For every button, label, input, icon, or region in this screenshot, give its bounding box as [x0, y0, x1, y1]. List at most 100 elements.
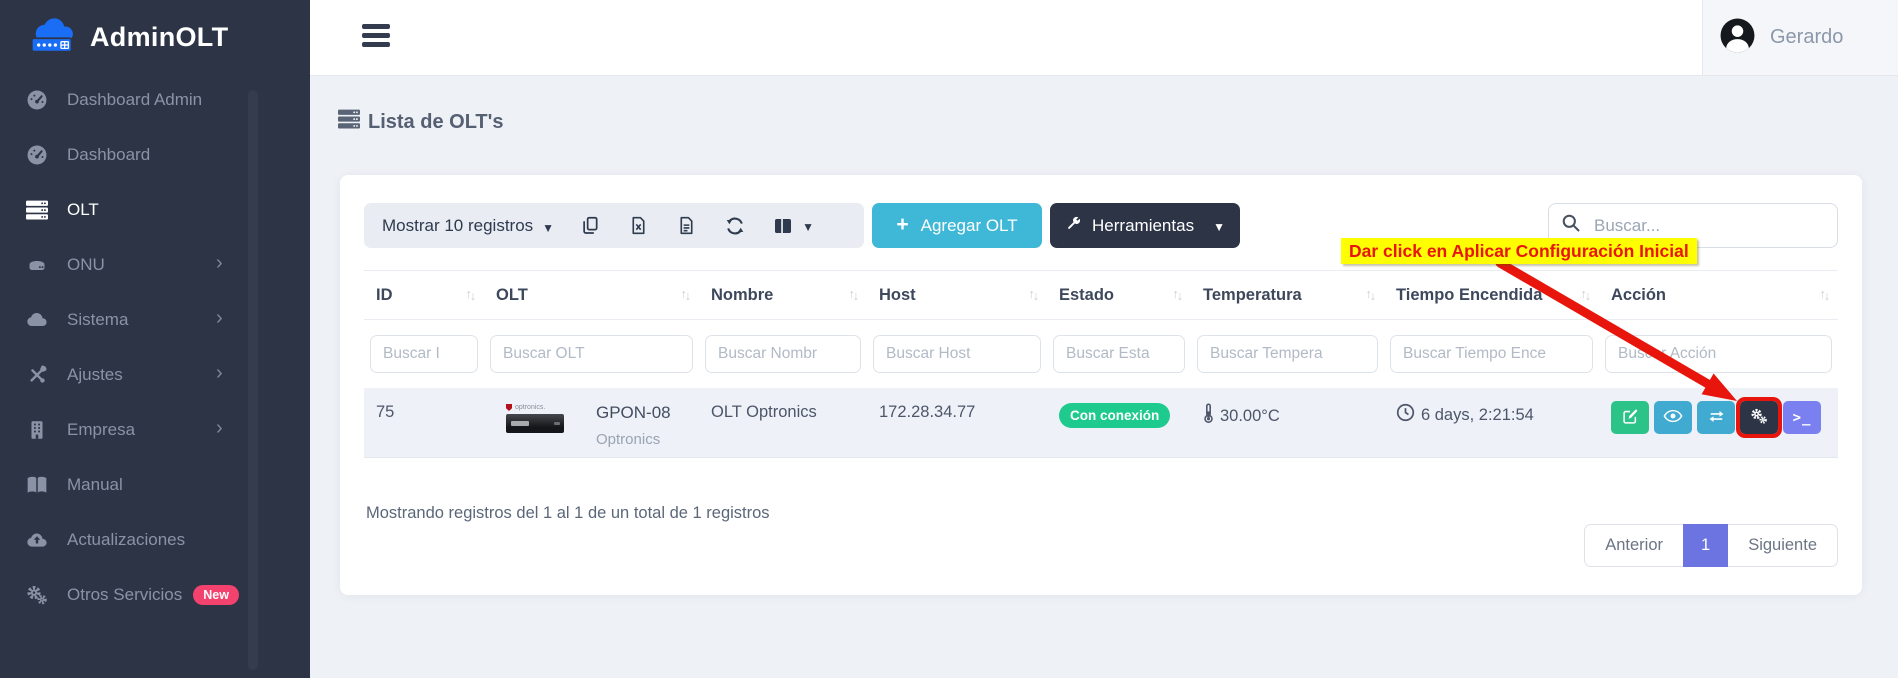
sidebar-scrollbar[interactable]	[248, 90, 258, 670]
table-filter-row	[364, 320, 1838, 388]
device-icon	[24, 253, 50, 277]
column-header-temperatura[interactable]: Temperatura↑↓	[1191, 286, 1384, 305]
app-logo[interactable]: AdminOLT	[0, 0, 310, 62]
caret-down-icon: ▼	[802, 220, 814, 234]
column-visibility-dropdown[interactable]: ▼	[773, 216, 814, 236]
sync-olt-button[interactable]	[1697, 401, 1735, 434]
view-olt-button[interactable]	[1654, 401, 1692, 434]
column-header-olt[interactable]: OLT↑↓	[484, 286, 699, 305]
column-header-host[interactable]: Host↑↓	[867, 286, 1047, 305]
filter-host-input[interactable]	[873, 335, 1041, 373]
chevron-right-icon: ›	[216, 362, 223, 385]
sort-icon: ↑↓	[1173, 288, 1184, 302]
caret-down-icon: ▼	[1213, 220, 1225, 234]
olt-list-card: Mostrar 10 registros▼	[340, 175, 1862, 595]
table-header-row: ID↑↓ OLT↑↓ Nombre↑↓ Host↑↓ Estado↑↓ Temp…	[364, 270, 1838, 320]
sort-icon: ↑↓	[466, 288, 477, 302]
hamburger-menu-icon[interactable]	[362, 24, 390, 47]
filter-accion-input[interactable]	[1605, 335, 1832, 373]
sidebar-item-sistema[interactable]: Sistema ›	[0, 292, 310, 347]
wrench-icon	[1065, 215, 1082, 237]
copy-button[interactable]	[581, 216, 601, 236]
search-input[interactable]	[1592, 215, 1825, 237]
sort-icon: ↑↓	[681, 288, 692, 302]
export-file-button[interactable]	[677, 216, 697, 236]
adminolt-page: AdminOLT Dashboard Admin Dashboard OLT	[0, 0, 1898, 678]
sidebar-item-olt[interactable]: OLT	[0, 182, 310, 237]
cell-host: 172.28.34.77	[867, 388, 1047, 457]
sidebar-item-empresa[interactable]: Empresa ›	[0, 402, 310, 457]
cloud-router-logo-icon	[28, 15, 80, 60]
pagination-previous-button[interactable]: Anterior	[1584, 524, 1683, 567]
topbar: Gerardo	[310, 0, 1898, 76]
tools-dropdown-button[interactable]: Herramientas ▼	[1050, 203, 1240, 248]
new-badge: New	[193, 585, 239, 605]
gears-icon	[24, 583, 50, 607]
filter-nombre-input[interactable]	[705, 335, 861, 373]
eye-icon	[1663, 409, 1683, 426]
pagination: Anterior 1 Siguiente	[1584, 524, 1838, 567]
building-icon	[24, 418, 50, 442]
sidebar-item-onu[interactable]: ONU ›	[0, 237, 310, 292]
apply-initial-config-button[interactable]	[1740, 401, 1778, 434]
pagination-next-button[interactable]: Siguiente	[1728, 524, 1838, 567]
column-header-id[interactable]: ID↑↓	[364, 286, 484, 305]
tools-icon	[24, 363, 50, 387]
refresh-button[interactable]	[725, 216, 745, 236]
records-info: Mostrando registros del 1 al 1 de un tot…	[364, 504, 770, 523]
sort-icon: ↑↓	[849, 288, 860, 302]
exchange-arrows-icon	[1708, 410, 1725, 426]
sidebar: AdminOLT Dashboard Admin Dashboard OLT	[0, 0, 310, 678]
cell-id: 75	[364, 388, 484, 457]
main-content: Lista de OLT's Mostrar 10 registros▼	[310, 76, 1898, 678]
show-entries-dropdown[interactable]: Mostrar 10 registros▼	[382, 216, 554, 236]
filter-tiempo-input[interactable]	[1390, 335, 1593, 373]
filter-estado-input[interactable]	[1053, 335, 1185, 373]
cell-nombre: OLT Optronics	[699, 388, 867, 457]
chevron-right-icon: ›	[216, 417, 223, 440]
sort-icon: ↑↓	[1029, 288, 1040, 302]
search-icon	[1561, 213, 1581, 238]
filter-temperatura-input[interactable]	[1197, 335, 1378, 373]
sort-icon: ↑↓	[1581, 288, 1592, 302]
sidebar-item-actualizaciones[interactable]: Actualizaciones	[0, 512, 310, 567]
book-icon	[24, 473, 50, 497]
edit-olt-button[interactable]	[1611, 401, 1649, 434]
olt-model: GPON-08	[596, 403, 671, 423]
sort-icon: ↑↓	[1366, 288, 1377, 302]
terminal-button[interactable]: >_	[1783, 401, 1821, 434]
gauge-icon	[24, 143, 50, 167]
sidebar-item-dashboard[interactable]: Dashboard	[0, 127, 310, 182]
filter-olt-input[interactable]	[490, 335, 693, 373]
thermometer-icon	[1203, 403, 1214, 429]
column-header-nombre[interactable]: Nombre↑↓	[699, 286, 867, 305]
status-badge: Con conexión	[1059, 403, 1170, 428]
table-row: 75 optronics. GPON-08 Optronics OLT Optr…	[364, 388, 1838, 458]
sidebar-item-manual[interactable]: Manual	[0, 457, 310, 512]
olt-device-image: optronics.	[506, 404, 564, 457]
user-menu[interactable]: Gerardo	[1702, 0, 1898, 75]
cell-olt: optronics. GPON-08 Optronics	[484, 388, 699, 457]
column-header-tiempo-encendida[interactable]: Tiempo Encendida↑↓	[1384, 286, 1599, 305]
avatar	[1719, 17, 1756, 59]
app-name: AdminOLT	[90, 22, 228, 53]
terminal-icon: >_	[1793, 410, 1812, 426]
pagination-page-1-button[interactable]: 1	[1683, 524, 1728, 567]
chevron-right-icon: ›	[216, 307, 223, 330]
add-olt-button[interactable]: + Agregar OLT	[872, 203, 1042, 248]
rack-device-image	[506, 414, 564, 433]
sidebar-item-dashboard-admin[interactable]: Dashboard Admin	[0, 72, 310, 127]
user-name: Gerardo	[1770, 26, 1843, 49]
column-header-estado[interactable]: Estado↑↓	[1047, 286, 1191, 305]
column-header-accion[interactable]: Acción↑↓	[1599, 286, 1838, 305]
sidebar-item-otros-servicios[interactable]: Otros Servicios New	[0, 567, 310, 622]
sidebar-item-ajustes[interactable]: Ajustes ›	[0, 347, 310, 402]
filter-id-input[interactable]	[370, 335, 478, 373]
cell-accion: >_	[1599, 388, 1838, 457]
edit-pencil-icon	[1622, 408, 1639, 428]
plus-icon: +	[896, 213, 908, 237]
export-excel-button[interactable]	[629, 216, 649, 236]
olt-table: ID↑↓ OLT↑↓ Nombre↑↓ Host↑↓ Estado↑↓ Temp…	[364, 270, 1838, 458]
cell-temperatura: 30.00°C	[1191, 388, 1384, 457]
cell-estado: Con conexión	[1047, 388, 1191, 457]
